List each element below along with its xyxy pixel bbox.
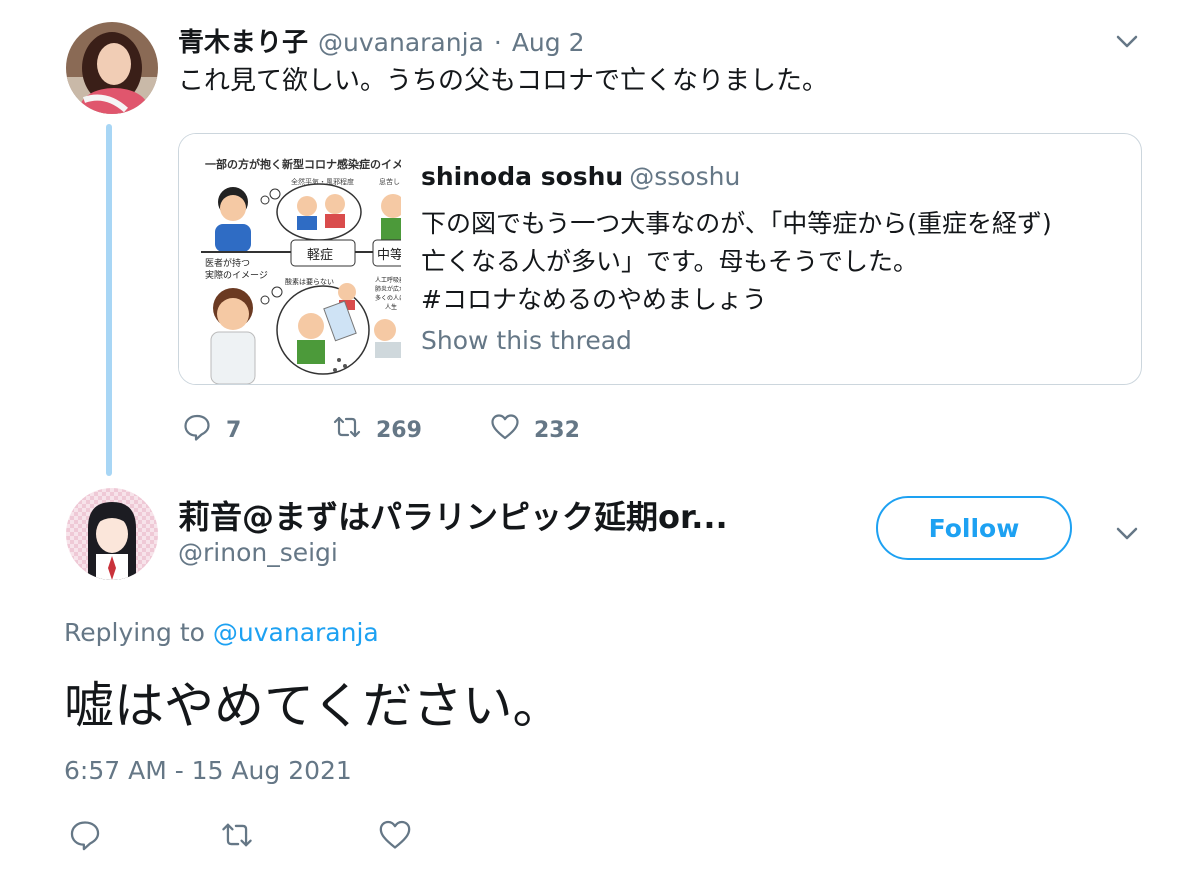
image-bubble-text: 酸素は要らない (285, 277, 334, 286)
replying-to: Replying to @uvanaranja (64, 618, 379, 647)
like-action[interactable]: 232 (490, 412, 580, 448)
image-label-moderate: 中等 (377, 247, 401, 263)
parent-tweet-text: これ見て欲しい。うちの父もコロナで亡くなりました。 (178, 66, 829, 96)
replying-prefix: Replying to (64, 618, 213, 647)
image-side-text-1: 人工呼吸器が (375, 276, 401, 284)
reply-icon (182, 412, 212, 448)
image-header: 一部の方が抱く新型コロナ感染症のイメ (205, 157, 401, 171)
quoted-tweet-image[interactable]: 一部の方が抱く新型コロナ感染症のイメ 全然平気・風邪程度 息苦し 軽症 中等 医… (179, 134, 414, 384)
parent-date[interactable]: Aug 2 (512, 28, 585, 57)
image-side-text-3: 多くの人に (375, 294, 401, 302)
reply-tweet-text: 嘘はやめてください。 (64, 677, 563, 735)
like-count: 232 (534, 417, 580, 443)
parent-handle[interactable]: @uvanaranja (318, 28, 484, 57)
image-doctor-label-1: 医者が持つ (205, 257, 250, 269)
reply-timestamp[interactable]: 6:57 AM - 15 Aug 2021 (64, 756, 352, 785)
thread-connector (106, 124, 112, 476)
parent-author-name[interactable]: 青木まり子 (178, 22, 308, 59)
chevron-down-icon[interactable] (1114, 520, 1140, 546)
image-label-mild: 軽症 (307, 248, 333, 263)
retweet-icon (332, 412, 362, 448)
show-thread-link[interactable]: Show this thread (421, 326, 632, 355)
avatar-reply[interactable] (66, 488, 158, 580)
image-doctor-label-2: 実際のイメージ (205, 269, 268, 281)
quoted-author[interactable]: shinoda soshu @ssoshu (421, 162, 740, 191)
image-caption-right: 息苦し (379, 177, 400, 186)
reply-author-handle[interactable]: @rinon_seigi (178, 538, 338, 567)
heart-icon[interactable] (378, 818, 412, 852)
avatar-parent[interactable] (66, 22, 158, 114)
quoted-text-line-3[interactable]: #コロナなめるのやめましょう (421, 280, 767, 316)
follow-button[interactable]: Follow (876, 496, 1072, 560)
retweet-action[interactable]: 269 (332, 412, 422, 448)
quoted-text-line-1: 下の図でもう一つ大事なのが、「中等症から(重症を経ず) (421, 209, 1052, 238)
retweet-count: 269 (376, 417, 422, 443)
parent-header: 青木まり子 @uvanaranja · Aug 2 (178, 22, 585, 58)
image-side-text-2: 肺炎が広が (375, 285, 401, 293)
reply-author-name[interactable]: 莉音@まずはパラリンピック延期or... (178, 492, 728, 538)
retweet-icon[interactable] (220, 818, 254, 852)
heart-icon (490, 412, 520, 448)
replying-to-link[interactable]: @uvanaranja (213, 618, 379, 647)
reply-action[interactable]: 7 (182, 412, 241, 448)
parent-separator: · (493, 28, 502, 57)
quoted-tweet-card[interactable]: 一部の方が抱く新型コロナ感染症のイメ 全然平気・風邪程度 息苦し 軽症 中等 医… (178, 133, 1142, 385)
quoted-author-handle: @ssoshu (629, 162, 741, 191)
reply-icon[interactable] (68, 818, 102, 852)
reply-count: 7 (226, 417, 242, 443)
quoted-author-name: shinoda soshu (421, 162, 624, 191)
chevron-down-icon[interactable] (1114, 28, 1140, 54)
quoted-text-line-2: 亡くなる人が多い」です。母もそうでした。 (421, 247, 919, 276)
image-side-text-4: 人生 (385, 303, 397, 311)
